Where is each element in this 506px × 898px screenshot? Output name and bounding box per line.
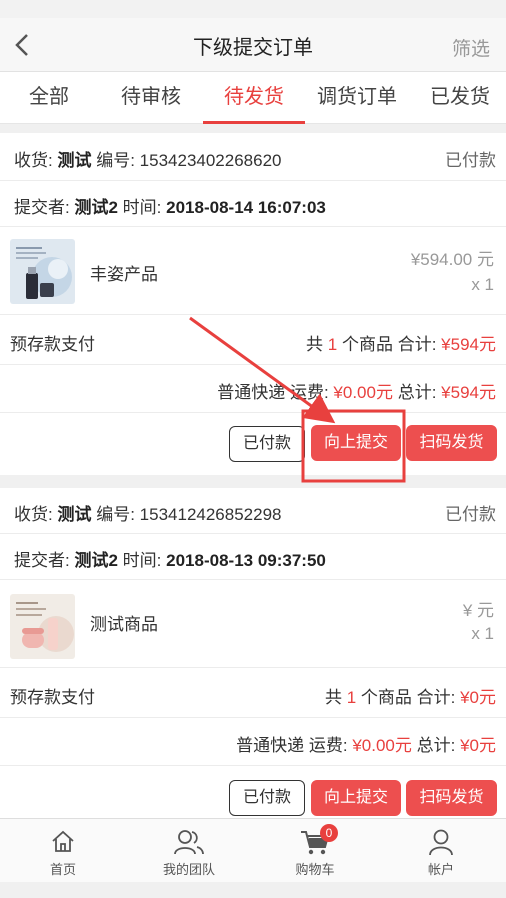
count-suffix: 个商品 合计:	[360, 688, 456, 707]
filter-button[interactable]: 筛选	[452, 34, 490, 61]
product-image[interactable]	[10, 594, 75, 659]
nav-home[interactable]: 首页	[0, 819, 126, 883]
total-label: 总计:	[397, 383, 437, 402]
product-name: 丰姿产品	[90, 265, 158, 284]
receiver-label: 收货:	[14, 151, 53, 170]
tab-pending-shipment[interactable]: 待发货	[203, 72, 305, 124]
submitter-name: 测试2	[74, 198, 118, 217]
status-bar	[0, 0, 506, 18]
shipping-row: 普通快递 运费: ¥0.00元 总计: ¥0元	[0, 718, 506, 766]
tab-pending-review[interactable]: 待审核	[108, 72, 194, 124]
nav-team-label: 我的团队	[162, 862, 215, 877]
product-quantity: x 1	[471, 275, 494, 294]
order-card: 收货: 测试 编号: 153423402268620 已付款 提交者: 测试2 …	[0, 133, 506, 475]
shipping-row: 普通快递 运费: ¥0.00元 总计: ¥594元	[0, 365, 506, 413]
payment-method: 预存款支付	[10, 688, 95, 707]
scan-ship-button[interactable]: 扫码发货	[406, 780, 497, 816]
nav-account[interactable]: 帐户	[378, 819, 504, 883]
submitter-label: 提交者:	[14, 198, 70, 217]
order-total: ¥0元	[460, 736, 496, 755]
paid-button[interactable]: 已付款	[229, 426, 305, 462]
receiver-name: 测试	[57, 505, 92, 524]
order-card: 收货: 测试 编号: 153412426852298 已付款 提交者: 测试2 …	[0, 488, 506, 818]
bottom-nav: 首页 我的团队 0 购物车 帐户	[0, 818, 506, 882]
time-label: 时间:	[122, 198, 162, 217]
tab-bar: 全部 待审核 待发货 调货订单 已发货	[0, 72, 506, 124]
divider	[0, 475, 506, 488]
order-header-row: 收货: 测试 编号: 153423402268620 已付款	[0, 133, 506, 181]
top-bar: 下级提交订单 筛选	[0, 18, 506, 72]
item-count: 1	[346, 688, 357, 707]
subtotal: ¥594元	[441, 335, 496, 354]
shipping-fee: ¥0.00元	[333, 383, 393, 402]
product-price: ¥594.00 元	[410, 250, 494, 269]
shipping-fee: ¥0.00元	[352, 736, 412, 755]
product-name: 测试商品	[90, 615, 158, 634]
submitter-row: 提交者: 测试2 时间: 2018-08-13 09:37:50	[0, 534, 506, 580]
nav-account-label: 帐户	[427, 862, 454, 877]
cart-badge: 0	[320, 824, 338, 842]
submitter-label: 提交者:	[14, 551, 70, 570]
product-price: ¥ 元	[462, 601, 494, 620]
order-number-label: 编号:	[96, 151, 135, 170]
order-total: ¥594元	[441, 383, 496, 402]
product-quantity: x 1	[471, 624, 494, 643]
order-number-label: 编号:	[96, 505, 135, 524]
tab-all[interactable]: 全部	[8, 72, 90, 124]
order-time: 2018-08-14 16:07:03	[166, 198, 326, 217]
summary-row: 预存款支付 共 1 个商品 合计: ¥594元	[0, 315, 506, 365]
subtotal: ¥0元	[460, 688, 496, 707]
order-time: 2018-08-13 09:37:50	[166, 551, 326, 570]
time-label: 时间:	[122, 551, 162, 570]
count-prefix: 共	[306, 335, 324, 354]
payment-status: 已付款	[445, 505, 496, 524]
product-row[interactable]: 丰姿产品 ¥594.00 元 x 1	[0, 227, 506, 315]
product-row[interactable]: 测试商品 ¥ 元 x 1	[0, 580, 506, 668]
submitter-name: 测试2	[74, 551, 118, 570]
user-icon	[429, 829, 453, 856]
divider	[0, 125, 506, 133]
tab-transfer-orders[interactable]: 调货订单	[312, 72, 402, 124]
total-label: 总计:	[416, 736, 456, 755]
summary-row: 预存款支付 共 1 个商品 合计: ¥0元	[0, 668, 506, 718]
payment-status: 已付款	[445, 151, 496, 170]
scan-ship-button[interactable]: 扫码发货	[406, 425, 497, 461]
team-icon	[174, 830, 204, 855]
count-prefix: 共	[324, 688, 342, 707]
tab-shipped[interactable]: 已发货	[418, 72, 502, 124]
count-suffix: 个商品 合计:	[341, 335, 437, 354]
receiver-name: 测试	[57, 151, 92, 170]
receiver-label: 收货:	[14, 505, 53, 524]
nav-home-label: 首页	[49, 862, 76, 877]
page-title: 下级提交订单	[193, 37, 313, 59]
order-number: 153412426852298	[139, 505, 282, 524]
paid-button[interactable]: 已付款	[229, 780, 305, 816]
shipping-label: 普通快递 运费:	[217, 383, 329, 402]
home-icon	[52, 830, 74, 852]
item-count: 1	[327, 335, 338, 354]
order-number: 153423402268620	[139, 151, 282, 170]
submit-upward-button[interactable]: 向上提交	[311, 425, 401, 461]
nav-cart-label: 购物车	[295, 862, 335, 877]
nav-cart[interactable]: 0 购物车	[252, 819, 378, 883]
order-header-row: 收货: 测试 编号: 153412426852298 已付款	[0, 488, 506, 534]
nav-team[interactable]: 我的团队	[126, 819, 252, 883]
product-image[interactable]	[10, 239, 75, 304]
submit-upward-button[interactable]: 向上提交	[311, 780, 401, 816]
shipping-label: 普通快递 运费:	[236, 736, 348, 755]
payment-method: 预存款支付	[10, 335, 95, 354]
submitter-row: 提交者: 测试2 时间: 2018-08-14 16:07:03	[0, 181, 506, 227]
